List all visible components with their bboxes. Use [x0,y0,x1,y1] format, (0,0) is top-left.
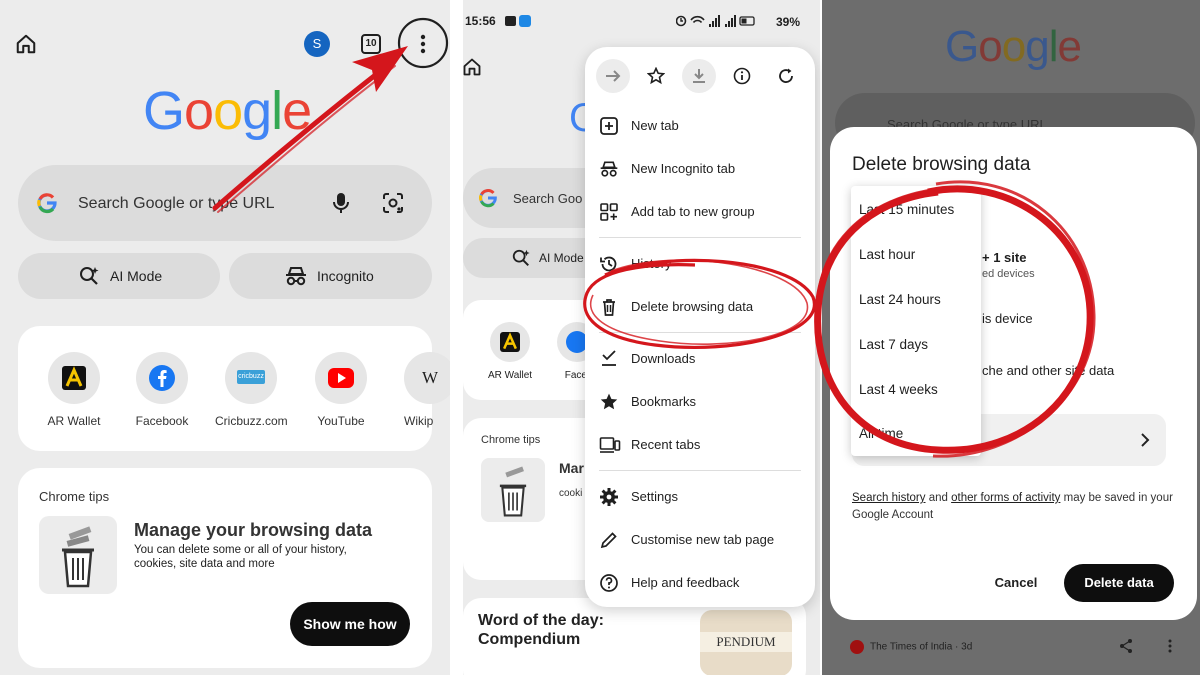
plus-box-icon [600,117,618,135]
shortcut-youtube[interactable]: YouTube [305,352,377,428]
menu-divider [599,237,801,238]
word-of-day-heading: Word of the day: [478,612,604,629]
trash-illustration-icon [499,466,527,517]
annotation-circle [814,180,1096,458]
chrome-tips-heading: Chrome tips [481,434,541,446]
shortcut-ar-wallet[interactable]: AR Wallet [485,322,535,381]
bookmark-button[interactable] [639,59,673,93]
panel-divider [450,0,463,675]
shortcut-cricbuzz[interactable]: cricbuzz Cricbuzz.com [215,352,288,428]
incognito-icon [600,161,618,177]
status-system-icons [675,14,756,28]
refresh-icon [779,68,793,83]
delete-data-button[interactable]: Delete data [1064,564,1174,602]
search-placeholder: Search Goo [513,191,583,206]
other-activity-link[interactable]: other forms of activity [951,492,1060,504]
menu-item-bookmarks[interactable]: Bookmarks [585,382,815,422]
status-battery: 39% [776,15,801,29]
search-history-link[interactable]: Search history [852,492,926,504]
forward-button[interactable] [596,59,630,93]
ai-search-icon [512,249,530,266]
status-time: 15:56 [465,14,496,28]
ai-mode-button[interactable]: AI Mode [18,253,220,299]
tip-body: cooki [559,488,583,499]
ar-wallet-icon [65,366,83,387]
menu-item-new-incognito-tab[interactable]: New Incognito tab [585,149,815,189]
info-icon [733,67,751,85]
tip-body: You can delete some or all of your histo… [134,544,347,570]
cricbuzz-icon: cricbuzz [237,370,265,384]
word-of-day-card: Word of the day: Compendium PENDIUM [463,598,806,675]
wikipedia-icon: W [422,368,439,387]
chevron-right-icon [1141,433,1150,447]
menu-item-customise-new-tab[interactable]: Customise new tab page [585,520,815,560]
annotation-scribble [583,258,816,349]
menu-divider [599,470,801,471]
gear-icon [600,488,618,506]
recent-tabs-icon [599,437,621,453]
google-logo-dimmed: Google [945,22,1082,71]
download-button[interactable] [682,59,716,93]
cancel-button[interactable]: Cancel [980,565,1052,601]
shortcut-ar-wallet[interactable]: AR Wallet [38,352,110,428]
incognito-label: Incognito [317,268,374,284]
incognito-icon [286,267,306,286]
signal-wifi-icons [675,15,755,27]
tip-illustration [481,458,545,522]
download-icon [693,69,705,83]
annotation-arrow [212,46,408,213]
incognito-button[interactable]: Incognito [229,253,432,299]
menu-item-add-tab-to-group[interactable]: Add tab to new group [585,192,815,232]
home-icon[interactable] [463,57,482,77]
news-source: The Times of India · 3d [850,640,972,654]
arrow-forward-icon [606,70,621,82]
ar-wallet-icon [503,332,517,350]
word-thumbnail: PENDIUM [700,610,792,675]
status-notification-icons [505,15,533,27]
google-g-icon [479,189,497,208]
shortcut-facebook[interactable]: Facebook [126,352,198,428]
tip-title: Manage your browsing data [134,520,373,540]
menu-item-new-tab[interactable]: New tab [585,106,815,146]
star-outline-icon [647,67,665,85]
pencil-icon [600,532,617,549]
ai-mode-label: AI Mode [110,268,163,284]
ai-search-icon [80,267,99,285]
menu-item-help-feedback[interactable]: Help and feedback [585,563,815,603]
menu-item-settings[interactable]: Settings [585,477,815,517]
shortcut-wikipedia[interactable]: W Wikip [394,352,450,428]
news-source-logo [850,640,864,654]
share-icon [1120,639,1132,653]
tip-illustration [39,516,117,594]
word-of-day-word: Compendium [478,631,581,648]
star-filled-icon [600,393,618,410]
menu-item-recent-tabs[interactable]: Recent tabs [585,425,815,465]
trash-illustration-icon [62,526,94,588]
chrome-tips-heading: Chrome tips [39,489,110,504]
tip-title: Mar [559,460,584,476]
reload-button[interactable] [769,59,803,93]
more-vert-icon [1168,639,1172,653]
shortcuts-card: AR Wallet Facebook cricbuzz Cricbuzz.com… [18,326,450,451]
page-info-button[interactable] [725,59,759,93]
youtube-icon [328,368,354,388]
show-me-how-button[interactable]: Show me how [290,602,410,646]
facebook-icon [149,365,175,391]
chrome-tips-card: Chrome tips Manage your browsing data Yo… [18,468,432,668]
footer-note: Search history and other forms of activi… [852,492,1173,521]
app-notification-icon [505,16,516,26]
help-icon [600,574,618,592]
app-notification-icon-2 [519,15,531,27]
group-icon [600,203,618,221]
